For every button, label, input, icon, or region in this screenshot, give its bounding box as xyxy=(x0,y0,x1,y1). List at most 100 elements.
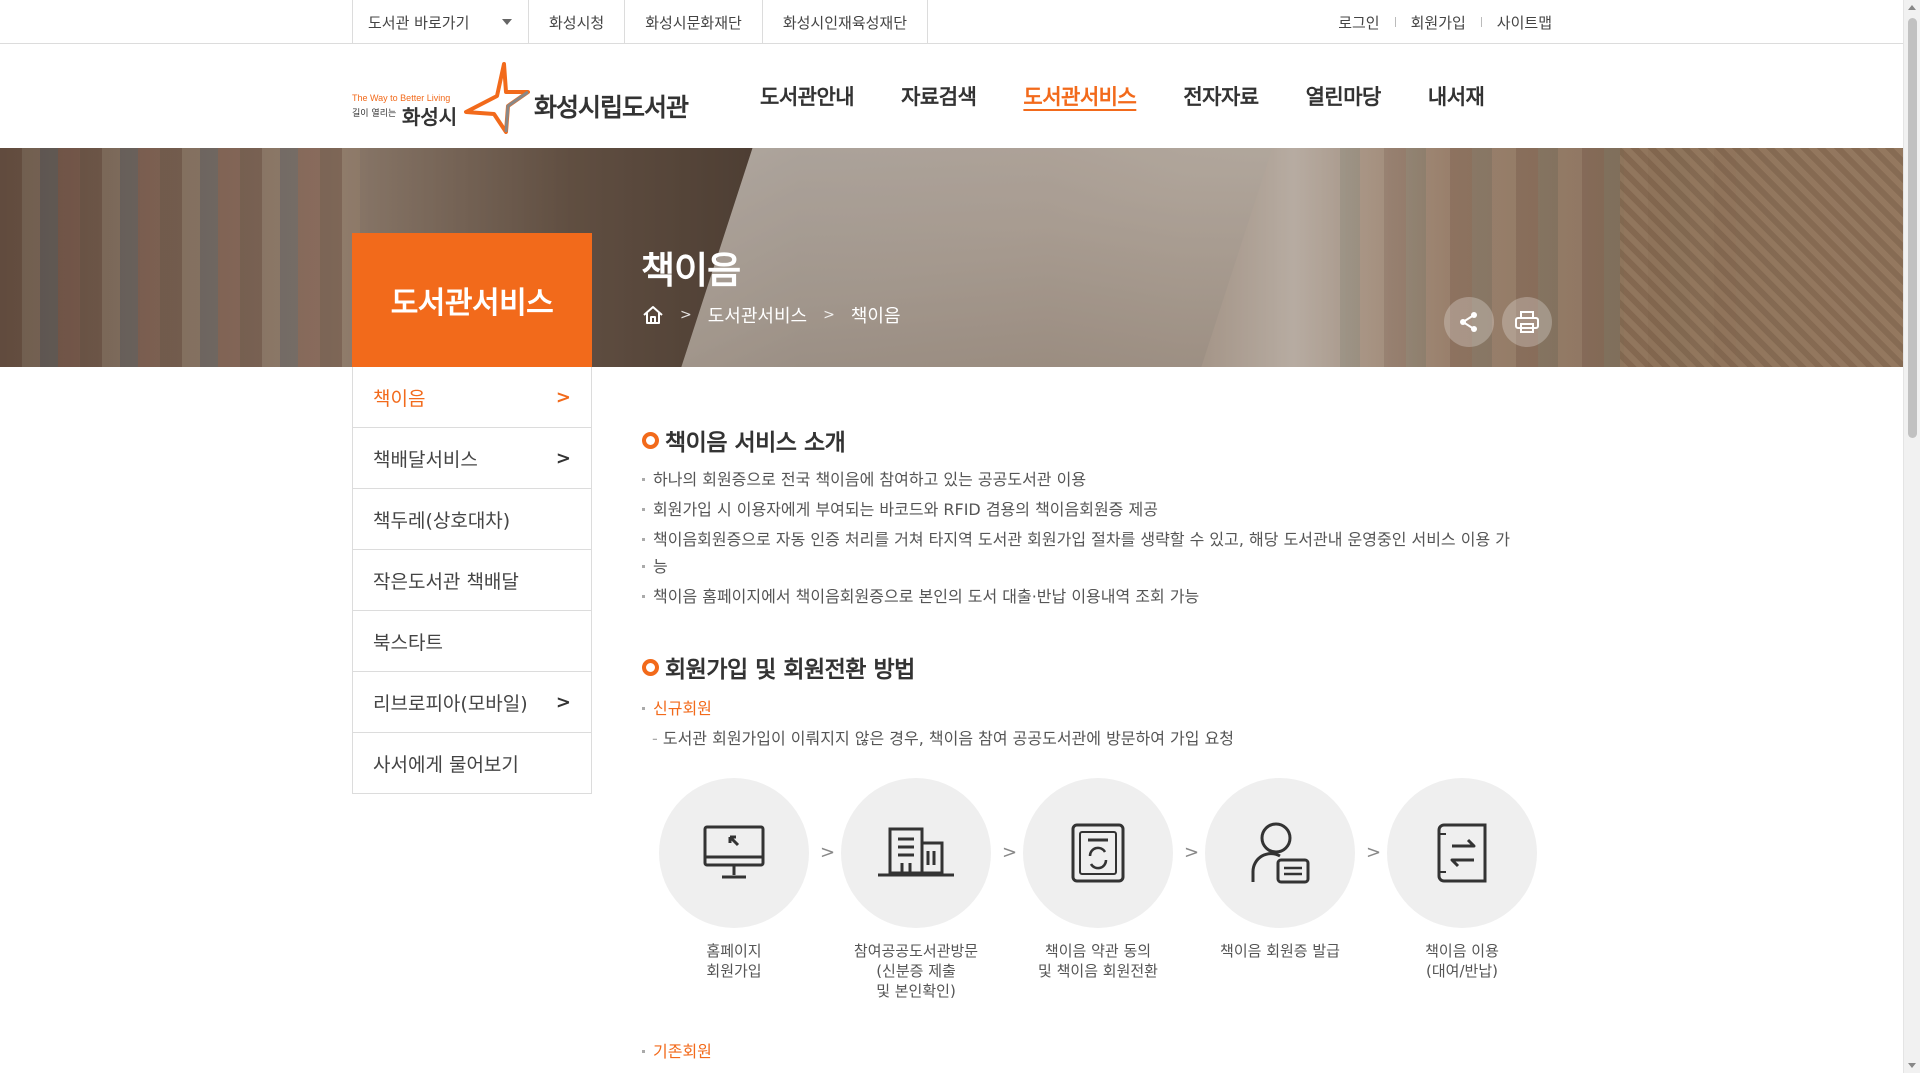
section-heading-text: 책이음 서비스 소개 xyxy=(665,430,846,456)
side-menu: 책이음 > 책배달서비스 > 책두레(상호대차) 작은도서관 책배달 북스타트 … xyxy=(352,367,592,794)
share-icon xyxy=(1460,312,1477,332)
existing-member-list: 기존회원 xyxy=(642,1038,1554,1068)
section-title-box: 도서관서비스 xyxy=(352,233,592,367)
utility-bar: 도서관 바로가기 화성시청 화성시문화재단 화성시인재육성재단 로그인 회원가입… xyxy=(0,0,1903,44)
step-circle xyxy=(1205,778,1355,928)
list-item: 책이음회원증으로 자동 인증 처리를 거쳐 타지역 도서관 회원가입 절차를 생… xyxy=(642,526,1554,553)
chevron-right-icon: > xyxy=(823,307,835,323)
nav-search[interactable]: 자료검색 xyxy=(901,81,977,111)
breadcrumb-current[interactable]: 책이음 xyxy=(851,302,901,328)
user-menu: 로그인 회원가입 사이트맵 xyxy=(1338,0,1552,44)
step-use-service: 책이음 이용 (대여/반납) xyxy=(1387,778,1537,981)
side-menu-item-small-library-delivery[interactable]: 작은도서관 책배달 xyxy=(353,550,591,611)
ring-bullet-icon xyxy=(642,431,659,449)
section-heading-text: 회원가입 및 회원전환 방법 xyxy=(665,657,915,683)
printer-icon xyxy=(1515,311,1539,333)
logo-slogan-korean: 길이 열리는 xyxy=(352,109,397,119)
new-member-description: - 도서관 회원가입이 이뤄지지 않은 경우, 책이음 참여 공공도서관에 방문… xyxy=(652,725,1234,749)
page-scrollbar[interactable] xyxy=(1903,0,1920,1073)
home-icon[interactable] xyxy=(642,305,664,325)
side-menu-label: 책이음 xyxy=(373,387,426,410)
chevron-right-icon: > xyxy=(1002,842,1018,863)
link-culture-foundation[interactable]: 화성시문화재단 xyxy=(625,0,763,44)
signup-link[interactable]: 회원가입 xyxy=(1411,12,1466,33)
side-menu-item-bookstart[interactable]: 북스타트 xyxy=(353,611,591,672)
monitor-icon xyxy=(703,825,765,879)
side-menu-item-interlibrary-loan[interactable]: 책두레(상호대차) xyxy=(353,489,591,550)
step-label: 책이음 이용 (대여/반납) xyxy=(1425,942,1499,980)
sitemap-link[interactable]: 사이트맵 xyxy=(1497,12,1552,33)
step-circle xyxy=(659,778,809,928)
chevron-right-icon: > xyxy=(820,842,836,863)
side-menu-label: 북스타트 xyxy=(373,631,443,654)
side-menu-label: 책두레(상호대차) xyxy=(373,509,511,532)
breadcrumb: > 도서관서비스 > 책이음 xyxy=(642,302,901,328)
side-menu-label: 리브로피아(모바일) xyxy=(373,692,528,715)
section-heading-intro: 책이음 서비스 소개 xyxy=(642,423,846,457)
banner-overlay xyxy=(0,148,1903,367)
step-label: 홈페이지 회원가입 xyxy=(706,942,762,980)
step-label: 책이음 약관 동의 및 책이음 회원전환 xyxy=(1038,942,1158,980)
side-menu-item-libropia[interactable]: 리브로피아(모바일) > xyxy=(353,672,591,733)
library-name: 화성시립도서관 xyxy=(534,93,689,122)
step-library-visit: 참여공공도서관방문 (신분증 제출 및 본인확인) xyxy=(841,778,991,1001)
link-hwaseong-city[interactable]: 화성시청 xyxy=(529,0,626,44)
side-menu-item-book-delivery[interactable]: 책배달서비스 > xyxy=(353,428,591,489)
card-refresh-icon xyxy=(1071,823,1125,883)
side-menu-item-ask-librarian[interactable]: 사서에게 물어보기 xyxy=(353,733,591,794)
library-shortcut-label: 도서관 바로가기 xyxy=(368,13,470,32)
nav-open-forum[interactable]: 열린마당 xyxy=(1306,81,1382,111)
print-button[interactable] xyxy=(1502,297,1552,347)
scroll-down-icon[interactable] xyxy=(1908,1063,1916,1068)
site-header: The Way to Better Living 길이 열리는 화성시 화성시립… xyxy=(0,44,1903,148)
list-item: 하나의 회원증으로 전국 책이음에 참여하고 있는 공공도서관 이용 xyxy=(642,466,1554,493)
main-navigation: 도서관안내 자료검색 도서관서비스 전자자료 열린마당 내서재 xyxy=(760,44,1531,148)
user-card-icon xyxy=(1251,822,1310,884)
quick-links: 도서관 바로가기 화성시청 화성시문화재단 화성시인재육성재단 xyxy=(352,0,929,44)
divider xyxy=(1394,17,1396,27)
caret-down-icon xyxy=(502,19,512,25)
exchange-book-icon xyxy=(1437,823,1487,883)
signup-steps: 홈페이지회원가입 > 참여공공도서관방문(신분증 제출및 본인확인) > xyxy=(659,778,1539,1018)
page-banner xyxy=(0,148,1903,367)
scroll-thumb[interactable] xyxy=(1908,18,1917,438)
login-link[interactable]: 로그인 xyxy=(1338,12,1379,33)
library-shortcut-select[interactable]: 도서관 바로가기 xyxy=(353,0,529,44)
nav-library-services[interactable]: 도서관서비스 xyxy=(1023,81,1136,111)
site-logo[interactable]: The Way to Better Living 길이 열리는 화성시 화성시립… xyxy=(352,54,702,134)
breadcrumb-services[interactable]: 도서관서비스 xyxy=(708,302,807,328)
step-homepage-signup: 홈페이지 회원가입 xyxy=(659,778,809,981)
side-menu-label: 사서에게 물어보기 xyxy=(373,753,519,776)
chevron-right-icon: > xyxy=(555,447,571,469)
existing-member-label: 기존회원 xyxy=(642,1038,1554,1065)
step-circle xyxy=(1387,778,1537,928)
step-card-issue: 책이음 회원증 발급 xyxy=(1205,778,1355,961)
chevron-right-icon: > xyxy=(555,691,571,713)
share-button[interactable] xyxy=(1444,297,1494,347)
list-item: 회원가입 시 이용자에게 부여되는 바코드와 RFID 겸용의 책이음회원증 제… xyxy=(642,496,1554,523)
step-label: 참여공공도서관방문 (신분증 제출 및 본인확인) xyxy=(853,942,979,1000)
list-item-continued: 능 xyxy=(642,553,1554,580)
page-title: 책이음 xyxy=(641,249,741,292)
dash-bullet: - xyxy=(652,729,663,748)
side-menu-label: 책배달서비스 xyxy=(373,448,478,471)
chevron-right-icon: > xyxy=(1184,842,1200,863)
link-talent-foundation[interactable]: 화성시인재육성재단 xyxy=(763,0,929,44)
new-member-list: 신규회원 xyxy=(642,695,1554,725)
intro-list: 하나의 회원증으로 전국 책이음에 참여하고 있는 공공도서관 이용 회원가입 … xyxy=(642,466,1554,613)
chevron-right-icon: > xyxy=(1366,842,1382,863)
new-member-label: 신규회원 xyxy=(642,695,1554,722)
nav-my-library[interactable]: 내서재 xyxy=(1428,81,1485,111)
nav-e-resources[interactable]: 전자자료 xyxy=(1183,81,1259,111)
step-terms-conversion: 책이음 약관 동의 및 책이음 회원전환 xyxy=(1023,778,1173,981)
ring-bullet-icon xyxy=(642,658,659,676)
city-star-icon xyxy=(464,62,530,134)
side-menu-item-book-link[interactable]: 책이음 > xyxy=(353,367,591,428)
step-label: 책이음 회원증 발급 xyxy=(1220,942,1340,960)
nav-library-info[interactable]: 도서관안내 xyxy=(760,81,855,111)
section-heading-signup: 회원가입 및 회원전환 방법 xyxy=(642,650,915,684)
building-icon xyxy=(878,827,954,877)
chevron-right-icon: > xyxy=(680,307,692,323)
step-circle xyxy=(1023,778,1173,928)
scroll-up-icon[interactable] xyxy=(1908,5,1916,10)
